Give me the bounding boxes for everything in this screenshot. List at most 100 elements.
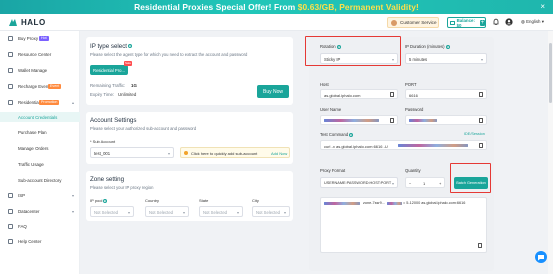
quantity-value: 1 bbox=[423, 181, 426, 186]
sidebar-item-isp[interactable]: ISP ▾ bbox=[0, 190, 80, 200]
sidebar-item-datacenter[interactable]: Datacenter ▾ bbox=[0, 206, 80, 216]
sidebar-item-traffic-usage[interactable]: Traffic Usage bbox=[0, 159, 80, 169]
customer-service-button[interactable]: Customer Service bbox=[387, 17, 439, 28]
test-command-field[interactable]: curl -x as.global.iphalo.com:6616 -U bbox=[320, 140, 487, 150]
sub-account-select[interactable]: test_001 ▾ bbox=[90, 147, 174, 158]
residential-proxy-option[interactable]: Residential Pro... bbox=[90, 65, 128, 75]
add-balance-icon[interactable]: + bbox=[479, 19, 485, 26]
country-label: Country bbox=[145, 198, 160, 203]
copy-icon[interactable] bbox=[478, 243, 482, 248]
chat-icon bbox=[538, 255, 544, 261]
globe-icon: ◍ bbox=[521, 19, 525, 24]
panel-title: Zone setting bbox=[90, 176, 125, 183]
expiry-time-value: Unlimited bbox=[118, 92, 137, 97]
ip-duration-value: 5 minutes bbox=[409, 57, 428, 62]
close-icon[interactable]: × bbox=[540, 2, 545, 12]
sub-account-value: test_001 bbox=[94, 151, 111, 156]
wallet-icon bbox=[8, 67, 13, 73]
proxy-output-area[interactable]: zone-7ssr9... = 5-12000 as.global.iphalo… bbox=[320, 197, 487, 253]
sidebar-item-sub-account-directory[interactable]: Sub-account Directory bbox=[0, 175, 80, 185]
country-select[interactable]: Not Selected ▾ bbox=[145, 206, 189, 217]
brand-logo[interactable]: HALO bbox=[8, 18, 46, 27]
state-select[interactable]: Not Selected ▾ bbox=[199, 206, 243, 217]
quantity-stepper[interactable]: − 1 + bbox=[405, 177, 445, 188]
session-link[interactable]: IDE/Session bbox=[464, 132, 485, 136]
panel-description: Please select your IP proxy region bbox=[90, 185, 154, 190]
zone-setting-panel: Zone setting Please select your IP proxy… bbox=[86, 171, 293, 221]
user-icon[interactable] bbox=[505, 18, 513, 26]
scrollbar-thumb[interactable] bbox=[549, 43, 552, 103]
sidebar-item-buy-proxy[interactable]: Buy Proxy Hot bbox=[0, 33, 80, 43]
halo-logo-icon bbox=[8, 18, 18, 27]
copy-icon[interactable] bbox=[479, 92, 483, 97]
select-placeholder: Not Selected bbox=[94, 210, 118, 215]
password-field[interactable] bbox=[405, 115, 487, 125]
ip-pool-select[interactable]: Not Selected ▾ bbox=[90, 206, 134, 217]
minus-icon[interactable]: − bbox=[409, 181, 411, 186]
proxy-config-area: Rotation? Sticky IP ▾ IP Duration (minute… bbox=[305, 36, 494, 271]
copy-icon[interactable] bbox=[479, 143, 483, 148]
sidebar-item-help-center[interactable]: Help Center bbox=[0, 236, 80, 246]
promo-banner[interactable]: Residential Proxies Special Offer! From … bbox=[0, 0, 553, 14]
port-value: 6616 bbox=[409, 93, 418, 98]
panel-title: IP type select? bbox=[90, 43, 133, 50]
ip-type-panel: IP type select? Please select the agent … bbox=[86, 37, 293, 105]
port-field[interactable]: 6616 bbox=[405, 89, 487, 99]
password-label: Password bbox=[405, 107, 424, 112]
gift-icon bbox=[8, 83, 13, 89]
help-icon[interactable]: ? bbox=[128, 44, 133, 49]
sidebar-item-label: Purchase Plan bbox=[18, 129, 47, 135]
copy-icon[interactable] bbox=[390, 92, 394, 97]
copy-icon[interactable] bbox=[390, 118, 394, 123]
top-header: HALO Customer Service Balance: $0 + ◍ En… bbox=[0, 14, 553, 31]
bell-icon[interactable] bbox=[492, 18, 500, 26]
help-icon[interactable]: ? bbox=[349, 132, 354, 137]
sidebar-item-wallet-manage[interactable]: Wallet Manage bbox=[0, 65, 80, 75]
help-icon bbox=[8, 238, 13, 244]
add-now-link[interactable]: Add Now bbox=[271, 151, 287, 156]
account-settings-panel: Account Settings Please select your auth… bbox=[86, 112, 293, 164]
sidebar-item-label: Residential bbox=[18, 99, 40, 105]
sidebar: Buy Proxy Hot Resource Center Wallet Man… bbox=[0, 31, 80, 274]
help-icon[interactable]: ? bbox=[445, 44, 450, 49]
host-field[interactable]: as.global.iphalo.com bbox=[320, 89, 398, 99]
proxy-format-select[interactable]: USERNAME:PASSWORD:HOST:PORT ▾ bbox=[320, 177, 398, 188]
chevron-down-icon: ▾ bbox=[127, 210, 130, 215]
sidebar-item-recharge-event[interactable]: Recharge Event Event bbox=[0, 81, 80, 91]
balance-button[interactable]: Balance: $0 + bbox=[447, 17, 486, 28]
sidebar-item-manage-orders[interactable]: Manage Orders bbox=[0, 143, 80, 153]
city-select[interactable]: Not Selected ▾ bbox=[252, 206, 290, 217]
sidebar-item-faq[interactable]: FAQ bbox=[0, 221, 80, 231]
buy-now-button[interactable]: Buy Now bbox=[257, 85, 289, 98]
sidebar-item-residential[interactable]: Residential Promotion ▴ bbox=[0, 97, 80, 107]
language-label: English bbox=[526, 19, 541, 24]
chevron-up-icon: ▴ bbox=[72, 99, 75, 105]
panel-title: Account Settings bbox=[90, 117, 137, 124]
promo-banner-text: Residential Proxies Special Offer! From … bbox=[134, 2, 419, 12]
chevron-down-icon: ▾ bbox=[391, 181, 394, 186]
plus-icon[interactable]: + bbox=[439, 181, 441, 186]
page-scrollbar[interactable] bbox=[548, 31, 553, 274]
language-selector[interactable]: ◍ English ▾ bbox=[521, 19, 544, 25]
sidebar-item-account-credentials[interactable]: Account Credentials bbox=[0, 112, 80, 122]
test-command-label: Test Command? bbox=[320, 132, 354, 137]
chevron-down-icon: ▾ bbox=[167, 151, 170, 156]
sidebar-item-resource-center[interactable]: Resource Center bbox=[0, 49, 80, 59]
help-icon[interactable]: ? bbox=[103, 198, 108, 203]
chat-button[interactable] bbox=[535, 251, 547, 263]
panel-description: Please select the agent type for which y… bbox=[90, 52, 248, 57]
host-value: as.global.iphalo.com bbox=[324, 93, 361, 98]
remaining-traffic-value: 1G bbox=[131, 83, 137, 88]
customer-service-label: Customer Service bbox=[400, 20, 437, 25]
ip-duration-select[interactable]: 5 minutes ▾ bbox=[405, 53, 487, 64]
sidebar-item-label: Manage Orders bbox=[18, 145, 49, 151]
promo-price: $0.63/GB, Permanent Validity! bbox=[297, 2, 419, 12]
sidebar-item-purchase-plan[interactable]: Purchase Plan bbox=[0, 127, 80, 137]
chevron-down-icon: ▾ bbox=[283, 210, 286, 215]
resource-icon bbox=[8, 51, 13, 57]
copy-icon[interactable] bbox=[479, 118, 483, 123]
redacted-password bbox=[409, 119, 437, 122]
username-field[interactable] bbox=[320, 115, 398, 125]
city-label: City bbox=[252, 198, 259, 203]
redacted-output bbox=[324, 202, 360, 205]
